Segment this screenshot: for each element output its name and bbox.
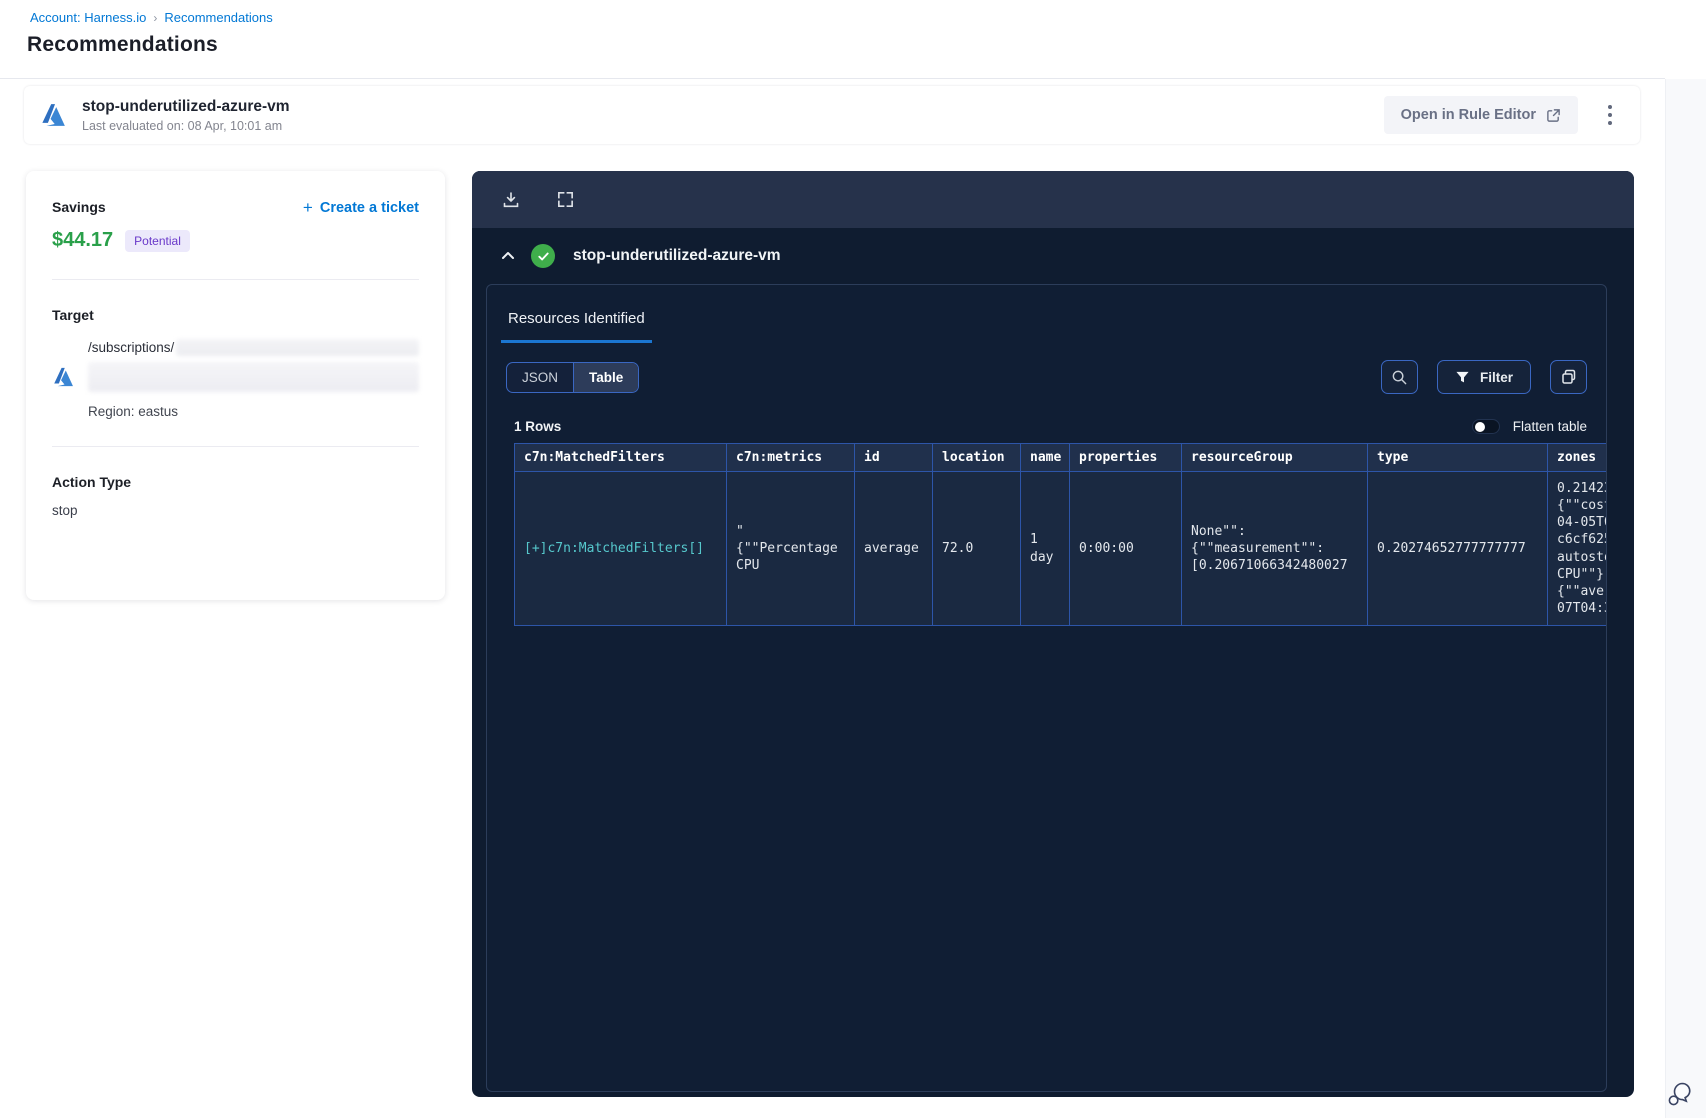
cell-id: average bbox=[854, 472, 932, 626]
tab-resources-identified[interactable]: Resources Identified bbox=[501, 310, 652, 343]
breadcrumb: Account: Harness.io › Recommendations bbox=[30, 10, 273, 25]
create-ticket-button[interactable]: + Create a ticket bbox=[303, 199, 419, 216]
external-link-icon bbox=[1547, 108, 1560, 122]
redacted-text bbox=[88, 362, 419, 392]
kebab-menu-icon[interactable] bbox=[1602, 101, 1618, 129]
divider bbox=[52, 279, 419, 280]
fullscreen-icon[interactable] bbox=[554, 189, 576, 211]
copy-button[interactable] bbox=[1550, 360, 1587, 394]
tab-bar: Resources Identified bbox=[487, 285, 1606, 343]
column-header-matchedfilters: c7n:MatchedFilters bbox=[514, 443, 726, 472]
rows-count: 1 Rows bbox=[514, 419, 562, 434]
filter-icon bbox=[1456, 371, 1469, 382]
recommendation-last-evaluated: Last evaluated on: 08 Apr, 10:01 am bbox=[82, 118, 283, 133]
table-controls: JSON Table Filter bbox=[506, 360, 1587, 394]
cell-metrics: " {""Percentage CPU bbox=[726, 472, 854, 626]
flatten-table-label: Flatten table bbox=[1512, 419, 1587, 434]
filter-label: Filter bbox=[1479, 369, 1513, 385]
view-toggle-table[interactable]: Table bbox=[573, 362, 639, 392]
azure-icon bbox=[54, 367, 73, 387]
savings-amount: $44.17 bbox=[52, 229, 114, 251]
rule-group-title: stop-underutilized-azure-vm bbox=[573, 247, 781, 264]
recommendation-header-card: stop-underutilized-azure-vm Last evaluat… bbox=[24, 86, 1640, 144]
savings-label: Savings bbox=[52, 199, 106, 215]
search-icon bbox=[1392, 370, 1407, 384]
search-button[interactable] bbox=[1380, 360, 1418, 394]
column-header-zones: zones bbox=[1547, 443, 1606, 472]
copy-icon bbox=[1561, 369, 1575, 384]
create-ticket-label: Create a ticket bbox=[319, 199, 419, 216]
chat-help-icon[interactable] bbox=[1664, 1080, 1696, 1110]
column-header-properties: properties bbox=[1069, 443, 1181, 472]
column-header-resourcegroup: resourceGroup bbox=[1181, 443, 1367, 472]
column-header-location: location bbox=[932, 443, 1020, 472]
resources-card: Resources Identified JSON Table Filter 1… bbox=[486, 284, 1607, 1092]
recommendation-heading: stop-underutilized-azure-vm Last evaluat… bbox=[82, 98, 290, 133]
chevron-up-icon[interactable] bbox=[499, 247, 517, 265]
recommendation-summary-card: Savings + Create a ticket $44.17 Potenti… bbox=[26, 171, 445, 600]
cell-properties: 0:00:00 bbox=[1069, 472, 1181, 626]
page-title: Recommendations bbox=[27, 33, 218, 56]
filter-button[interactable]: Filter bbox=[1436, 360, 1531, 394]
cell-zones: 0.21423 {""cost 04-05T0 c6cf625 autosto … bbox=[1547, 472, 1606, 626]
azure-icon bbox=[42, 104, 65, 126]
rule-output-panel: stop-underutilized-azure-vm Resources Id… bbox=[472, 171, 1634, 1097]
divider bbox=[52, 446, 419, 447]
table-meta-row: 1 Rows Flatten table bbox=[514, 419, 1587, 434]
open-rule-editor-label: Open in Rule Editor bbox=[1400, 107, 1536, 123]
cell-resourcegroup: None"": {""measurement"": [0.20671066342… bbox=[1181, 472, 1367, 626]
redacted-text bbox=[176, 339, 419, 356]
column-header-type: type bbox=[1367, 443, 1547, 472]
cell-location: 72.0 bbox=[932, 472, 1020, 626]
target-region: Region: eastus bbox=[88, 404, 179, 419]
breadcrumb-account-link[interactable]: Account: Harness.io bbox=[30, 10, 146, 25]
panel-toolbar bbox=[472, 171, 1634, 228]
target-label: Target bbox=[52, 307, 94, 323]
breadcrumb-page-link[interactable]: Recommendations bbox=[164, 10, 272, 25]
action-type-label: Action Type bbox=[52, 474, 132, 490]
page-gutter bbox=[1665, 79, 1706, 1118]
cell-matchedfilters-expander[interactable]: [+]c7n:MatchedFilters[] bbox=[514, 472, 726, 626]
plus-icon: + bbox=[302, 198, 313, 217]
open-rule-editor-button[interactable]: Open in Rule Editor bbox=[1383, 96, 1578, 134]
flatten-table-toggle[interactable] bbox=[1471, 419, 1500, 434]
view-toggle: JSON Table bbox=[506, 361, 640, 393]
view-toggle-json[interactable]: JSON bbox=[507, 363, 573, 392]
target-path: /subscriptions/ bbox=[88, 340, 175, 355]
check-circle-icon bbox=[531, 244, 555, 268]
column-header-metrics: c7n:metrics bbox=[726, 443, 854, 472]
header-actions: Open in Rule Editor bbox=[1383, 96, 1618, 134]
recommendation-title: stop-underutilized-azure-vm bbox=[82, 97, 290, 115]
action-type-value: stop bbox=[52, 503, 78, 518]
resources-table: c7n:MatchedFilters c7n:metrics id locati… bbox=[514, 443, 1606, 626]
cell-type: 0.20274652777777777 bbox=[1367, 472, 1547, 626]
breadcrumb-separator: › bbox=[153, 10, 158, 25]
cell-name: 1 day bbox=[1020, 472, 1069, 626]
potential-badge: Potential bbox=[125, 229, 190, 252]
header-divider bbox=[0, 78, 1665, 79]
column-header-id: id bbox=[854, 443, 932, 472]
rule-group-header: stop-underutilized-azure-vm bbox=[472, 228, 1634, 284]
column-header-name: name bbox=[1020, 443, 1069, 472]
download-icon[interactable] bbox=[500, 189, 522, 211]
resources-table-grid: c7n:MatchedFilters c7n:metrics id locati… bbox=[514, 443, 1606, 626]
